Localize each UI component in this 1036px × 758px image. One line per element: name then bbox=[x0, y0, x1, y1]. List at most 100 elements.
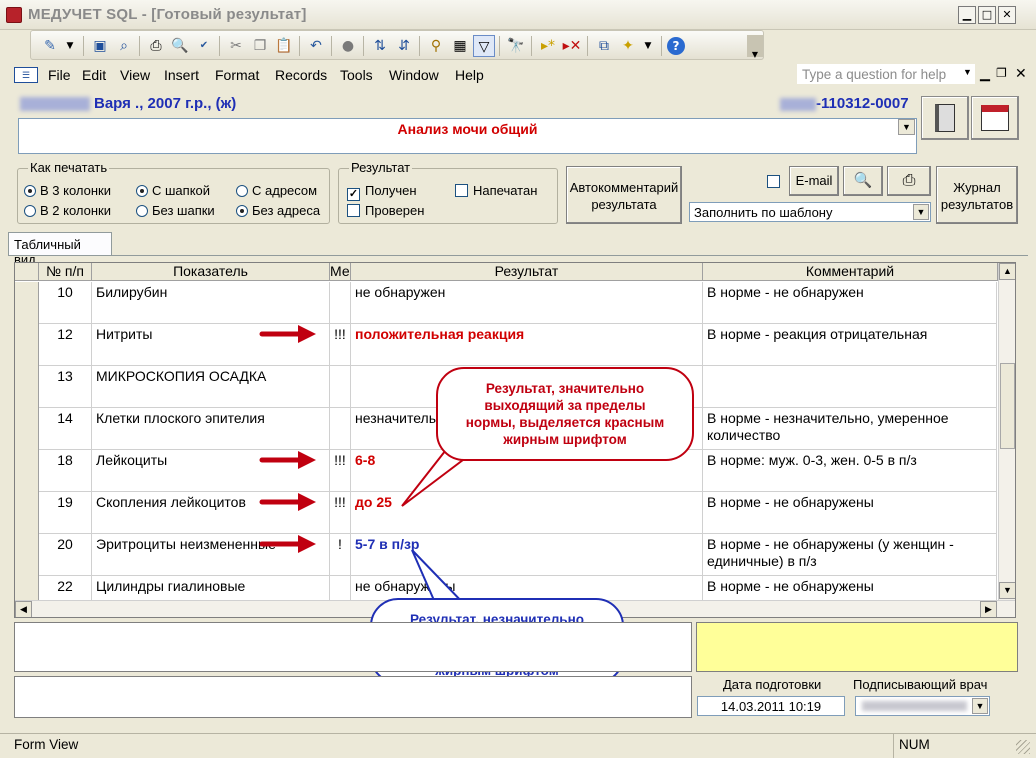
cell-comment[interactable]: В норме - не обнаружены bbox=[703, 492, 997, 534]
radio-3-columns[interactable]: В 3 колонки bbox=[24, 183, 111, 198]
email-checkbox[interactable] bbox=[767, 174, 785, 189]
journal-button[interactable]: Журнал результатов bbox=[936, 166, 1018, 224]
template-select[interactable]: Заполнить по шаблону bbox=[689, 202, 931, 222]
template-dropdown-icon[interactable]: ▼ bbox=[913, 204, 929, 220]
cell-num[interactable]: 14 bbox=[39, 408, 92, 450]
cell-mark[interactable] bbox=[330, 408, 351, 450]
row-selector[interactable] bbox=[15, 408, 39, 450]
menu-records[interactable]: Records bbox=[275, 67, 327, 83]
help-search-input[interactable]: Type a question for help bbox=[797, 64, 975, 84]
help-icon[interactable]: ? bbox=[667, 37, 685, 55]
apply-filter-icon[interactable]: ▽ bbox=[473, 35, 495, 57]
help-dropdown-icon[interactable]: ▼ bbox=[963, 67, 972, 77]
sort-ascending-icon[interactable]: ⇅ bbox=[369, 35, 391, 57]
cell-num[interactable]: 13 bbox=[39, 366, 92, 408]
scroll-up-icon[interactable]: ▲ bbox=[999, 263, 1015, 280]
cell-comment[interactable]: В норме - не обнаружены (у женщин - един… bbox=[703, 534, 997, 576]
cell-num[interactable]: 18 bbox=[39, 450, 92, 492]
radio-with-address[interactable]: С адресом bbox=[236, 183, 317, 198]
new-object-dropdown-icon[interactable]: ▼ bbox=[637, 35, 659, 57]
toolbar-overflow-icon[interactable]: ▼ bbox=[747, 35, 763, 59]
doctor-dropdown-icon[interactable]: ▼ bbox=[972, 698, 988, 714]
paste-icon[interactable]: 📋 bbox=[273, 35, 295, 57]
resize-grip-icon[interactable] bbox=[1016, 740, 1030, 754]
row-selector[interactable] bbox=[15, 492, 39, 534]
row-selector[interactable] bbox=[15, 450, 39, 492]
table-row[interactable]: 12 Нитриты!!! положительная реакция В норме… bbox=[15, 324, 997, 366]
radio-no-header[interactable]: Без шапки bbox=[136, 203, 215, 218]
doc-minimize-icon[interactable]: ▁ bbox=[980, 66, 990, 82]
doc-close-icon[interactable]: ✕ bbox=[1015, 65, 1027, 82]
cell-result[interactable]: не обнаружен bbox=[351, 282, 703, 324]
cell-result[interactable]: положительная реакция bbox=[351, 324, 703, 366]
row-selector[interactable] bbox=[15, 324, 39, 366]
menu-format[interactable]: Format bbox=[215, 67, 259, 83]
menu-view[interactable]: View bbox=[120, 67, 150, 83]
email-button[interactable]: E-mail bbox=[789, 166, 839, 196]
find-icon[interactable]: 🔭 bbox=[505, 35, 527, 57]
cell-result[interactable]: 5-7 в п/зр bbox=[351, 534, 703, 576]
delete-record-icon[interactable]: ▸✕ bbox=[561, 35, 583, 57]
print-button[interactable]: ⎙ bbox=[887, 166, 931, 196]
radio-2-columns[interactable]: В 2 колонки bbox=[24, 203, 111, 218]
filter-by-selection-icon[interactable]: ⚲ bbox=[425, 35, 447, 57]
radio-with-header[interactable]: С шапкой bbox=[136, 183, 210, 198]
print-icon[interactable]: ⎙ bbox=[145, 35, 167, 57]
cell-mark[interactable] bbox=[330, 366, 351, 408]
new-record-icon[interactable]: ▸* bbox=[537, 35, 559, 57]
sort-descending-icon[interactable]: ⇵ bbox=[393, 35, 415, 57]
insert-object-icon[interactable]: ● bbox=[337, 35, 359, 57]
scroll-down-icon[interactable]: ▼ bbox=[999, 582, 1015, 599]
cell-mark[interactable]: !!! bbox=[330, 450, 351, 492]
cell-num[interactable]: 10 bbox=[39, 282, 92, 324]
form-icon[interactable]: ☰ bbox=[14, 67, 38, 83]
cell-comment[interactable] bbox=[703, 366, 997, 408]
cut-icon[interactable]: ✂ bbox=[225, 35, 247, 57]
analysis-combo[interactable]: Анализ мочи общий bbox=[18, 118, 917, 154]
column-header-indicator[interactable]: Показатель bbox=[92, 263, 330, 281]
menu-file[interactable]: File bbox=[48, 67, 71, 83]
cell-mark[interactable]: !!! bbox=[330, 324, 351, 366]
analysis-dropdown-icon[interactable]: ▼ bbox=[898, 119, 915, 135]
radio-no-address[interactable]: Без адреса bbox=[236, 203, 320, 218]
cell-num[interactable]: 20 bbox=[39, 534, 92, 576]
minimize-icon[interactable]: ▁ bbox=[958, 6, 976, 24]
new-object-icon[interactable]: ✦ bbox=[617, 35, 639, 57]
menu-tools[interactable]: Tools bbox=[340, 67, 373, 83]
doc-restore-icon[interactable]: ❐ bbox=[996, 66, 1007, 80]
vertical-scrollbar[interactable]: ▲ ▼ bbox=[998, 263, 1015, 600]
menu-insert[interactable]: Insert bbox=[164, 67, 199, 83]
column-header-comment[interactable]: Комментарий bbox=[703, 263, 998, 281]
cell-mark[interactable] bbox=[330, 282, 351, 324]
tab-table-view[interactable]: Табличный вид bbox=[8, 232, 112, 267]
menu-edit[interactable]: Edit bbox=[82, 67, 106, 83]
vertical-scroll-thumb[interactable] bbox=[1000, 363, 1015, 449]
notebook-button[interactable] bbox=[921, 96, 969, 140]
scroll-right-icon[interactable]: ▶ bbox=[980, 601, 997, 617]
cell-comment[interactable]: В норме - реакция отрицательная bbox=[703, 324, 997, 366]
view-dropdown-icon[interactable]: ▼ bbox=[59, 35, 81, 57]
row-selector[interactable] bbox=[15, 366, 39, 408]
save-icon[interactable]: ▣ bbox=[89, 35, 111, 57]
close-icon[interactable]: ✕ bbox=[998, 6, 1016, 24]
row-selector[interactable] bbox=[15, 282, 39, 324]
column-header-result[interactable]: Результат bbox=[351, 263, 703, 281]
autocomment-button[interactable]: Автокомментарий результата bbox=[566, 166, 682, 224]
file-search-icon[interactable]: ⌕ bbox=[113, 35, 135, 57]
checkbox-received[interactable]: ✓ Получен bbox=[347, 183, 417, 201]
maximize-icon[interactable]: □ bbox=[978, 6, 996, 24]
notes-field[interactable] bbox=[14, 622, 692, 672]
calendar-button[interactable] bbox=[971, 96, 1019, 140]
cell-comment[interactable]: В норме - не обнаружен bbox=[703, 282, 997, 324]
scroll-left-icon[interactable]: ◀ bbox=[15, 601, 32, 617]
preview-button[interactable]: 🔍 bbox=[843, 166, 883, 196]
cell-mark[interactable]: !!! bbox=[330, 492, 351, 534]
cell-indicator[interactable]: Клетки плоского эпителия bbox=[92, 408, 330, 450]
prep-date-field[interactable]: 14.03.2011 10:19 bbox=[697, 696, 845, 716]
cell-comment[interactable]: В норме - незначительно, умеренное колич… bbox=[703, 408, 997, 450]
print-preview-icon[interactable]: 🔍 bbox=[169, 35, 191, 57]
doctor-select[interactable] bbox=[855, 696, 990, 716]
checkbox-printed[interactable]: Напечатан bbox=[455, 183, 537, 198]
database-window-icon[interactable]: ⧉ bbox=[593, 35, 615, 57]
conclusion-field[interactable] bbox=[14, 676, 692, 718]
